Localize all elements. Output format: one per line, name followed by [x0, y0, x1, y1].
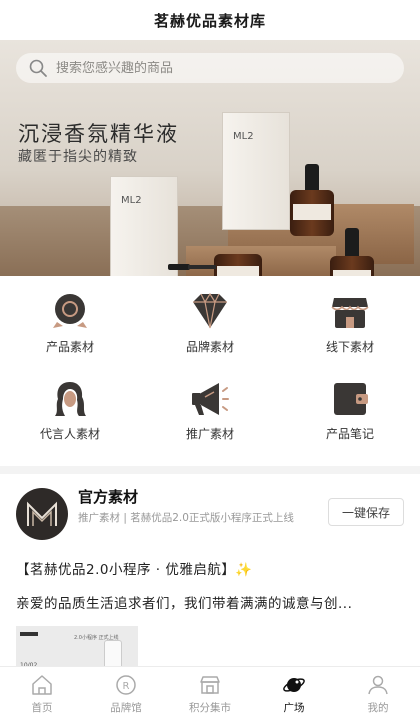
category-label: 产品笔记	[325, 427, 374, 441]
search-icon	[29, 59, 47, 77]
author-name: 官方素材	[78, 488, 139, 506]
category-offline[interactable]: 线下素材	[280, 292, 420, 372]
user-icon	[368, 675, 388, 695]
tab-me[interactable]: 我的	[336, 673, 420, 715]
hero-banner[interactable]: 沉浸香氛精华液 藏匿于指尖的精致 ML2 ML2	[0, 40, 420, 276]
category-label: 产品素材	[45, 340, 94, 354]
box-brand-logo: ML2	[121, 195, 142, 206]
box-brand-logo: ML2	[233, 131, 254, 142]
product-icon	[53, 294, 87, 328]
diamond-icon	[193, 292, 227, 329]
category-label: 线下素材	[325, 340, 374, 354]
post-body[interactable]: 亲爱的品质生活追求者们，我们带着满满的诚意与创...	[16, 592, 404, 612]
category-label: 品牌素材	[185, 340, 234, 354]
author-info: 官方素材 推广素材 | 茗赫优品2.0正式版小程序正式上线	[78, 484, 328, 526]
banner-headline: 沉浸香氛精华液	[18, 122, 179, 146]
category-notes[interactable]: 产品笔记	[280, 379, 420, 459]
store-icon	[331, 298, 369, 328]
home-icon	[32, 675, 52, 695]
product-box-back: ML2	[222, 112, 290, 230]
avatar[interactable]	[16, 488, 68, 540]
serum-bottle-top	[290, 164, 334, 236]
save-all-button[interactable]: 一键保存	[328, 498, 404, 526]
dropper-icon	[168, 264, 216, 270]
app-title: 茗赫优品素材库	[153, 11, 266, 30]
category-spokesperson[interactable]: 代言人素材	[0, 379, 140, 459]
banner-subline: 藏匿于指尖的精致	[18, 149, 138, 165]
page: 茗赫优品素材库 沉浸香氛精华液 藏匿于指尖的精致 ML2 ML2	[0, 0, 420, 720]
post-card: 官方素材 推广素材 | 茗赫优品2.0正式版小程序正式上线 一键保存 【茗赫优品…	[0, 474, 420, 696]
tab-label: 我的	[367, 702, 389, 714]
tab-market[interactable]: 积分集市	[168, 673, 252, 715]
brand-logo-icon	[27, 501, 57, 526]
tab-label: 品牌馆	[110, 702, 142, 714]
wallet-icon	[334, 383, 368, 415]
search-bar[interactable]	[16, 53, 404, 83]
spokesperson-icon	[55, 382, 86, 416]
category-promotion[interactable]: 推广素材	[140, 379, 280, 459]
serum-bottle-right	[330, 228, 374, 276]
market-icon	[200, 676, 220, 694]
serum-bottle-front	[214, 246, 262, 276]
category-grid: 产品素材 品牌素材 线下素材 代言人素材 推广素材 产品笔记	[0, 276, 420, 466]
tab-brand[interactable]: R 品牌馆	[84, 673, 168, 715]
search-input[interactable]	[56, 60, 376, 76]
tab-label: 首页	[31, 702, 53, 714]
brand-icon: R	[116, 675, 136, 695]
planet-icon	[283, 678, 305, 692]
post-author: 官方素材 推广素材 | 茗赫优品2.0正式版小程序正式上线 一键保存	[16, 484, 404, 540]
bottom-tab-bar: 首页 R 品牌馆 积分集市 广场 我的	[0, 666, 420, 720]
category-brand[interactable]: 品牌素材	[140, 292, 280, 372]
tab-label: 积分集市	[189, 702, 231, 714]
tab-home[interactable]: 首页	[0, 673, 84, 715]
category-label: 代言人素材	[39, 427, 100, 441]
svg-text:R: R	[123, 681, 130, 692]
megaphone-icon	[192, 383, 229, 415]
tab-plaza[interactable]: 广场	[252, 673, 336, 715]
thumb-logo	[20, 632, 38, 636]
tab-label: 广场	[283, 702, 305, 714]
category-product[interactable]: 产品素材	[0, 292, 140, 372]
app-header: 茗赫优品素材库	[0, 0, 420, 40]
category-label: 推广素材	[185, 427, 234, 441]
section-divider	[0, 466, 420, 474]
post-title: 【茗赫优品2.0小程序 · 优雅启航】✨	[16, 562, 253, 578]
author-description: 推广素材 | 茗赫优品2.0正式版小程序正式上线	[78, 512, 294, 524]
